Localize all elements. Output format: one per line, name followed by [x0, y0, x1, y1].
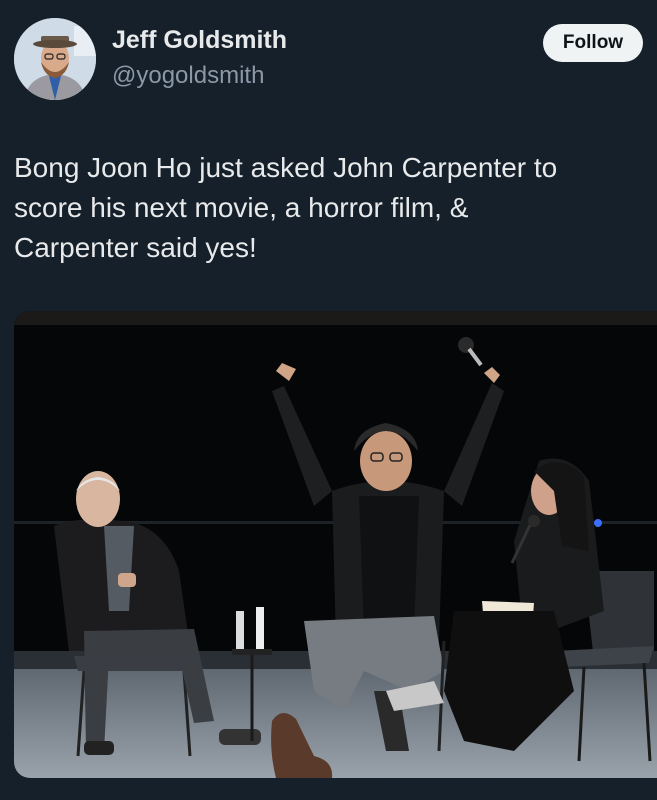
avatar[interactable]	[14, 18, 96, 100]
follow-button[interactable]: Follow	[543, 24, 643, 62]
tweet-text: Bong Joon Ho just asked John Carpenter t…	[14, 148, 634, 268]
avatar-photo	[14, 18, 96, 100]
tweet-text-line: score his next movie, a horror film, &	[14, 192, 469, 223]
author-display-name[interactable]: Jeff Goldsmith	[112, 26, 287, 55]
tweet-media-photo[interactable]	[14, 311, 657, 778]
tweet-text-line: Carpenter said yes!	[14, 232, 257, 263]
author-handle[interactable]: @yogoldsmith	[112, 62, 264, 90]
tweet-text-line: Bong Joon Ho just asked John Carpenter t…	[14, 152, 558, 183]
stage-photo	[14, 311, 657, 778]
